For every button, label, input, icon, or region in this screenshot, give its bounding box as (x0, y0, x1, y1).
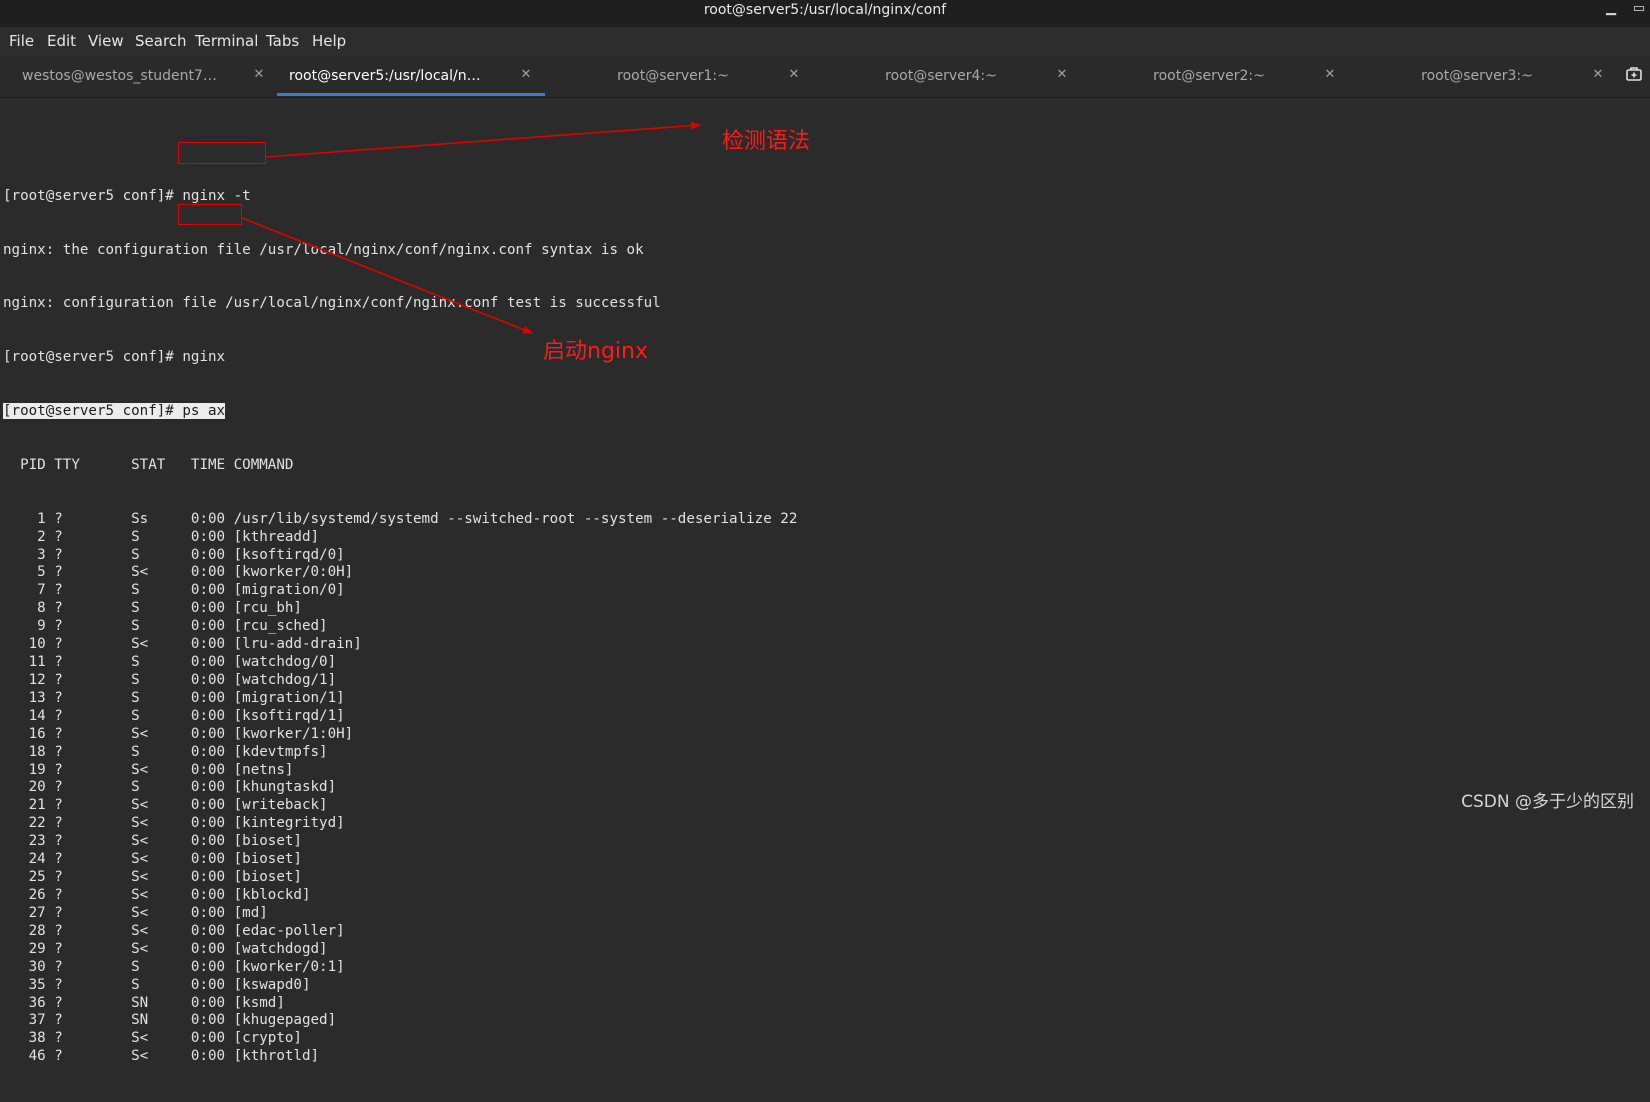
terminal-line: [root@server5 conf]# ps ax (3, 403, 797, 421)
tab-label: root@server5:/usr/local/ngin... (289, 68, 489, 84)
prompt: [root@server5 conf]# (3, 403, 183, 420)
tab-server2[interactable]: root@server2:~ ✕ (1081, 55, 1349, 96)
prompt: [root@server5 conf]# (3, 349, 183, 366)
terminal-line: nginx: the configuration file /usr/local… (3, 241, 644, 258)
process-row: 26 ? S< 0:00 [kblockd] (3, 887, 311, 904)
maximize-icon[interactable]: ▭ (1630, 0, 1648, 18)
title-bar: root@server5:/usr/local/nginx/conf ▁ ▭ (0, 0, 1650, 27)
menu-edit[interactable]: Edit (47, 32, 76, 50)
process-row: 27 ? S< 0:00 [md] (3, 904, 268, 921)
close-icon[interactable]: ✕ (1591, 66, 1605, 84)
command-nginx-test: nginx -t (182, 187, 251, 204)
selected-text: [root@server5 conf]# ps ax (3, 403, 226, 420)
process-row: 10 ? S< 0:00 [lru-add-drain] (3, 636, 362, 653)
process-row: 5 ? S< 0:00 [kworker/0:0H] (3, 564, 354, 581)
window-title: root@server5:/usr/local/nginx/conf (703, 2, 947, 18)
menu-terminal[interactable]: Terminal (195, 32, 258, 50)
process-row: 30 ? S 0:00 [kworker/0:1] (3, 958, 345, 975)
tab-server3[interactable]: root@server3:~ ✕ (1349, 55, 1617, 96)
tab-server4[interactable]: root@server4:~ ✕ (813, 55, 1081, 96)
process-table: 1 ? Ss 0:00 /usr/lib/systemd/systemd --s… (3, 510, 798, 1067)
annotation-start-nginx: 启动nginx (543, 339, 648, 364)
close-icon[interactable]: ✕ (787, 66, 801, 84)
process-table-header: PID TTY STAT TIME COMMAND (3, 456, 294, 473)
annotation-check-syntax: 检测语法 (722, 129, 811, 154)
tab-label: westos@westos_student73:... (22, 68, 222, 84)
menu-file[interactable]: File (9, 32, 34, 50)
process-row: 35 ? S 0:00 [kswapd0] (3, 976, 311, 993)
terminal-line: [root@server5 conf]# nginx (3, 349, 797, 367)
process-row: 20 ? S 0:00 [khungtaskd] (3, 779, 337, 796)
terminal-line: nginx: configuration file /usr/local/ngi… (3, 295, 661, 312)
process-row: 23 ? S< 0:00 [bioset] (3, 833, 302, 850)
menu-view[interactable]: View (88, 32, 124, 50)
process-row: 12 ? S 0:00 [watchdog/1] (3, 671, 337, 688)
process-row: 8 ? S 0:00 [rcu_bh] (3, 600, 302, 617)
terminal-output: [root@server5 conf]# nginx -t nginx: the… (3, 152, 797, 1102)
menu-help[interactable]: Help (312, 32, 346, 50)
menu-search[interactable]: Search (135, 32, 187, 50)
command-nginx-start: nginx (182, 349, 226, 366)
close-icon[interactable]: ✕ (1055, 66, 1069, 84)
close-icon[interactable]: ✕ (252, 66, 266, 84)
tab-label: root@server4:~ (885, 68, 997, 84)
process-row: 3 ? S 0:00 [ksoftirqd/0] (3, 546, 345, 563)
process-row: 14 ? S 0:00 [ksoftirqd/1] (3, 707, 345, 724)
process-row: 36 ? SN 0:00 [ksmd] (3, 994, 285, 1011)
process-row: 37 ? SN 0:00 [khugepaged] (3, 1012, 337, 1029)
process-row: 7 ? S 0:00 [migration/0] (3, 582, 345, 599)
process-row: 28 ? S< 0:00 [edac-poller] (3, 922, 345, 939)
process-row: 24 ? S< 0:00 [bioset] (3, 851, 302, 868)
process-row: 38 ? S< 0:00 [crypto] (3, 1030, 302, 1047)
process-row: 9 ? S 0:00 [rcu_sched] (3, 618, 328, 635)
close-icon[interactable]: ✕ (519, 66, 533, 84)
highlight-box-nginx (178, 204, 242, 225)
close-icon[interactable]: ✕ (1323, 66, 1337, 84)
tab-label: root@server1:~ (617, 68, 729, 84)
command-ps: ps ax (182, 403, 226, 420)
process-row: 46 ? S< 0:00 [kthrotld] (3, 1048, 320, 1065)
highlight-box-nginx-test (178, 142, 266, 164)
menu-tabs[interactable]: Tabs (266, 32, 299, 50)
process-row: 19 ? S< 0:00 [netns] (3, 761, 294, 778)
tab-server5[interactable]: root@server5:/usr/local/ngin... ✕ (277, 55, 545, 96)
prompt: [root@server5 conf]# (3, 187, 183, 204)
process-row: 25 ? S< 0:00 [bioset] (3, 869, 302, 886)
tab-label: root@server3:~ (1421, 68, 1533, 84)
terminal-line: [root@server5 conf]# nginx -t (3, 188, 797, 206)
process-row: 11 ? S 0:00 [watchdog/0] (3, 654, 337, 671)
process-row: 22 ? S< 0:00 [kintegrityd] (3, 815, 345, 832)
minimize-icon[interactable]: ▁ (1602, 0, 1620, 18)
menu-bar: File Edit View Search Terminal Tabs Help (0, 27, 1650, 55)
terminal-area[interactable]: [root@server5 conf]# nginx -t nginx: the… (0, 98, 1650, 1064)
process-row: 1 ? Ss 0:00 /usr/lib/systemd/systemd --s… (3, 510, 798, 527)
tab-westos-student[interactable]: westos@westos_student73:... ✕ (10, 55, 278, 96)
tab-bar: westos@westos_student73:... ✕ root@serve… (0, 55, 1650, 98)
process-row: 13 ? S 0:00 [migration/1] (3, 689, 345, 706)
new-tab-icon[interactable] (1624, 64, 1644, 84)
process-row: 2 ? S 0:00 [kthreadd] (3, 528, 320, 545)
process-row: 16 ? S< 0:00 [kworker/1:0H] (3, 725, 354, 742)
process-row: 29 ? S< 0:00 [watchdogd] (3, 940, 328, 957)
process-row: 18 ? S 0:00 [kdevtmpfs] (3, 743, 328, 760)
process-row: 21 ? S< 0:00 [writeback] (3, 797, 328, 814)
watermark: CSDN @多于少的区别 (1461, 792, 1634, 812)
tab-label: root@server2:~ (1153, 68, 1265, 84)
tab-server1[interactable]: root@server1:~ ✕ (545, 55, 813, 96)
